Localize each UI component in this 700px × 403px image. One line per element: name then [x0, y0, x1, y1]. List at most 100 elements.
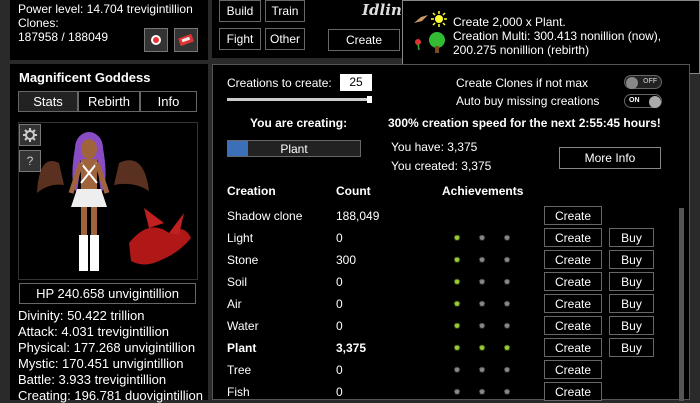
create-button[interactable]: Create	[544, 360, 602, 379]
achievement-icon: ✹	[453, 233, 461, 243]
help-label: ?	[26, 154, 34, 168]
you-created: You created: 3,375	[391, 159, 492, 173]
achievement-icon: ✹	[478, 277, 486, 287]
create-nav-button[interactable]: Create	[328, 29, 400, 51]
fight-button[interactable]: Fight	[219, 28, 261, 50]
tab-stats[interactable]: Stats	[18, 91, 78, 112]
header-creation: Creation	[227, 184, 276, 198]
table-row-name: Plant	[227, 341, 257, 355]
tab-rebirth[interactable]: Rebirth	[78, 91, 140, 112]
achievement-icon: ✹	[478, 233, 486, 243]
stat-creating: Creating: 196.781 duovigintillion	[18, 388, 204, 403]
table-row-count: 3,375	[336, 341, 367, 355]
slider-fill	[227, 98, 372, 101]
table-row-name: Stone	[227, 253, 259, 267]
create-button[interactable]: Create	[544, 206, 602, 225]
tree-icon	[427, 31, 447, 53]
character-portrait	[18, 122, 198, 280]
ticket-icon[interactable]	[174, 28, 198, 52]
auto-buy-toggle[interactable]: ON	[624, 94, 662, 108]
achievement-icon: ✹	[503, 321, 511, 331]
scrollbar-thumb[interactable]	[679, 208, 684, 401]
achievement-icon: ✹	[453, 255, 461, 265]
create-button[interactable]: Create	[544, 294, 602, 313]
achievement-icon: ✹	[478, 299, 486, 309]
table-row-count: 0	[336, 319, 343, 333]
auto-buy-label: Auto buy missing creations	[456, 94, 600, 108]
achievement-icon: ✹	[503, 299, 511, 309]
build-button[interactable]: Build	[219, 0, 261, 22]
clones-value: 187958 / 188049	[18, 30, 109, 44]
slider-thumb[interactable]	[367, 96, 372, 103]
table-row-count: 0	[336, 297, 343, 311]
you-have: You have: 3,375	[391, 140, 478, 154]
buy-button[interactable]: Buy	[609, 316, 654, 335]
gear-icon[interactable]	[19, 124, 41, 146]
achievement-icon: ✹	[453, 387, 461, 397]
sun-icon	[431, 11, 447, 27]
speed-bonus-text: 300% creation speed for the next 2:55:45…	[388, 116, 661, 130]
achievement-icon: ✹	[503, 365, 511, 375]
clones-label: Clones:	[18, 16, 59, 30]
top-stats-panel: Power level: 14.704 trevigintillion Clon…	[10, 0, 208, 60]
other-button[interactable]: Other	[265, 28, 305, 50]
game-title: Idlin	[362, 1, 402, 19]
achievement-icon: ✹	[503, 277, 511, 287]
table-row-name: Light	[227, 231, 254, 245]
current-creation-bar: Plant	[227, 140, 361, 157]
create-button[interactable]: Create	[544, 316, 602, 335]
train-button[interactable]: Train	[265, 0, 305, 22]
achievement-icon: ✹	[478, 321, 486, 331]
stat-physical: Physical: 177.268 unvigintillion	[18, 340, 196, 355]
buy-button[interactable]: Buy	[609, 250, 654, 269]
header-count: Count	[336, 184, 371, 198]
creation-tooltip: Create 2,000 x Plant. Creation Multi: 30…	[402, 0, 700, 74]
buy-button[interactable]: Buy	[609, 294, 654, 313]
table-row-count: 188,049	[336, 209, 380, 223]
potion-icon[interactable]	[144, 28, 168, 52]
clones-toggle-text: OFF	[643, 78, 657, 85]
create-button[interactable]: Create	[544, 250, 602, 269]
creations-slider[interactable]	[227, 96, 372, 103]
table-row-count: 0	[336, 275, 343, 289]
table-row-count: 0	[336, 231, 343, 245]
create-button[interactable]: Create	[544, 338, 602, 357]
flower-icon	[413, 37, 427, 51]
achievement-icon: ✹	[503, 343, 511, 353]
achievement-icon: ✹	[453, 277, 461, 287]
character-name: Magnificent Goddess	[19, 70, 151, 85]
create-button[interactable]: Create	[544, 382, 602, 401]
help-icon[interactable]: ?	[19, 150, 41, 172]
hp-bar: HP 240.658 unvigintillion	[19, 283, 196, 304]
bird-icon	[413, 13, 429, 27]
character-panel: Magnificent Goddess Stats Rebirth Info ?…	[10, 64, 208, 403]
stat-divinity: Divinity: 50.422 trillion	[18, 308, 145, 323]
auto-buy-toggle-text: ON	[629, 97, 640, 104]
table-row-name: Shadow clone	[227, 209, 303, 223]
achievement-icon: ✹	[478, 343, 486, 353]
table-row-name: Fish	[227, 385, 250, 399]
achievement-icon: ✹	[478, 255, 486, 265]
table-row-count: 0	[336, 363, 343, 377]
create-button[interactable]: Create	[544, 228, 602, 247]
achievement-icon: ✹	[503, 255, 511, 265]
achievement-icon: ✹	[503, 233, 511, 243]
buy-button[interactable]: Buy	[609, 272, 654, 291]
tooltip-line2: Creation Multi: 300.413 nonillion (now),	[453, 29, 662, 43]
header-achievements: Achievements	[442, 184, 524, 198]
achievement-icon: ✹	[453, 365, 461, 375]
buy-button[interactable]: Buy	[609, 338, 654, 357]
goddess-image	[37, 132, 191, 271]
tab-info[interactable]: Info	[140, 91, 197, 112]
clones-toggle[interactable]: OFF	[624, 75, 662, 89]
table-row-name: Soil	[227, 275, 248, 289]
table-row-count: 300	[336, 253, 357, 267]
creations-to-create-input[interactable]: 25	[340, 74, 372, 91]
creation-panel: Creations to create: 25 Create Clones if…	[212, 64, 690, 401]
buy-button[interactable]: Buy	[609, 228, 654, 247]
create-button[interactable]: Create	[544, 272, 602, 291]
more-info-button[interactable]: More Info	[559, 147, 661, 169]
table-scrollbar[interactable]	[679, 208, 684, 401]
achievement-icon: ✹	[503, 387, 511, 397]
creations-to-create-label: Creations to create:	[227, 76, 332, 90]
